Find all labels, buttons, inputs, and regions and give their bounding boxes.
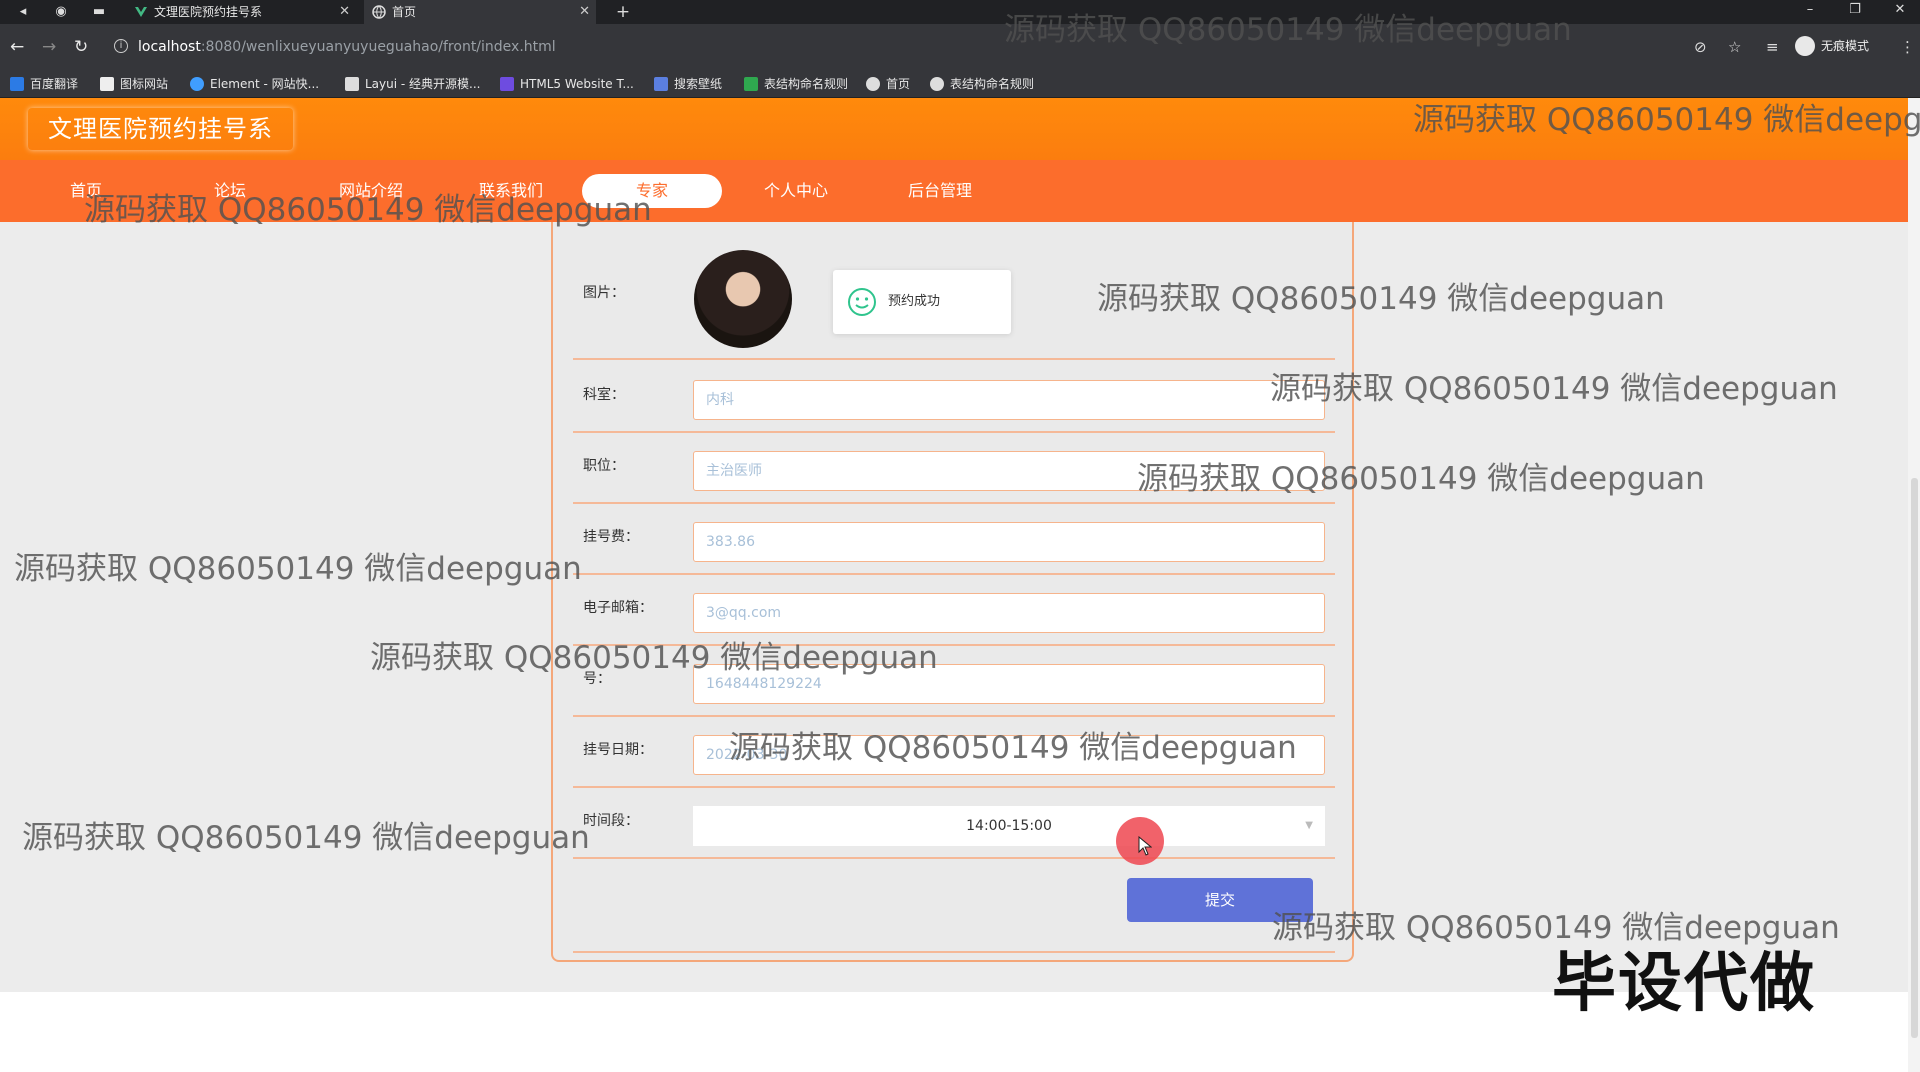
field-label: 电子邮箱： (583, 600, 653, 616)
address-bar-row: ← → ↻ i localhost:8080/wenlixueyuanyuyue… (0, 24, 1920, 70)
reload-icon[interactable]: ↻ (74, 37, 88, 57)
close-tab-icon[interactable]: ✕ (579, 0, 590, 24)
nav-personal-center[interactable]: 个人中心 (726, 174, 866, 208)
time-slot-select[interactable]: 14:00-15:00 ▼ (693, 806, 1325, 846)
smile-icon (848, 288, 876, 316)
bookmark[interactable]: 表结构命名规则 (744, 75, 848, 93)
minimize-icon[interactable]: – (1795, 0, 1825, 20)
big-watermark: 毕设代做 (1552, 947, 1816, 1021)
bookmark-label: 搜索壁纸 (674, 77, 723, 91)
globe-icon (930, 77, 944, 91)
restore-icon[interactable]: ❐ (1840, 0, 1870, 20)
globe-icon (866, 77, 880, 91)
watermark: 源码获取 QQ86050149 微信deepguan (1270, 371, 1838, 407)
watermark: 源码获取 QQ86050149 微信deepguan (1137, 461, 1705, 497)
layui-logo-icon (345, 77, 359, 91)
appointment-form: 图片： 预约成功 科室： 内科 职位： 主治医师 挂号费： 383.86 电子邮… (551, 222, 1354, 962)
nav-admin[interactable]: 后台管理 (870, 174, 1010, 208)
bookmark[interactable]: Element - 网站快... (190, 75, 319, 93)
watermark: 源码获取 QQ86050149 微信deepgua (1413, 102, 1920, 138)
wallpaper-icon (654, 77, 668, 91)
bookmark-label: Element - 网站快... (210, 77, 320, 91)
field-label: 挂号费： (583, 529, 639, 545)
reading-list-icon[interactable]: ≡ (1766, 37, 1779, 57)
bookmark-label: 首页 (886, 77, 911, 91)
bookmark[interactable]: Layui - 经典开源模... (345, 75, 480, 93)
site-logo[interactable]: 文理医院预约挂号系 (28, 108, 293, 150)
watermark: 源码获取 QQ86050149 微信deepguan (1097, 281, 1665, 317)
menu-icon[interactable]: ⋮ (1900, 37, 1915, 57)
watermark: 源码获取 QQ86050149 微信deepguan (22, 820, 590, 856)
field-label: 科室： (583, 387, 625, 403)
sheet-icon (744, 77, 758, 91)
form-row: 挂号费： 383.86 (573, 504, 1335, 575)
bookmark[interactable]: 搜索壁纸 (654, 75, 722, 93)
site-info-icon[interactable]: i (114, 39, 128, 53)
fee-input[interactable]: 383.86 (693, 522, 1325, 562)
tab-title: 文理医院预约挂号系 (154, 5, 263, 19)
eye-off-icon[interactable]: ⊘ (1694, 37, 1707, 57)
scrollbar-thumb[interactable] (1911, 478, 1918, 1038)
department-input[interactable]: 内科 (693, 380, 1325, 420)
browser-tab-bar: ◂ ◉ ▬ 文理医院预约挂号系 ✕ 首页 ✕ + – ❐ ✕ (0, 0, 1920, 24)
watermark: 源码获取 QQ86050149 微信deepguan (729, 730, 1297, 766)
speaker-icon[interactable]: ◂ (12, 2, 34, 22)
watermark: 源码获取 QQ86050149 微信deepguan (370, 640, 938, 676)
watermark: 源码获取 QQ86050149 微信deepguan (1004, 12, 1572, 48)
email-input[interactable]: 3@qq.com (693, 593, 1325, 633)
back-icon[interactable]: ← (10, 37, 24, 57)
bookmark[interactable]: HTML5 Website T... (500, 75, 634, 93)
bookmark[interactable]: 表结构命名规则 (930, 75, 1034, 93)
globe-icon (372, 5, 386, 19)
incognito-label: 无痕模式 (1821, 39, 1870, 53)
close-window-icon[interactable]: ✕ (1885, 0, 1915, 20)
flag-icon (100, 77, 114, 91)
picture-label: 图片： (583, 285, 625, 301)
bookmark-star-icon[interactable]: ☆ (1728, 37, 1741, 57)
bookmark-label: 表结构命名规则 (764, 77, 849, 91)
chevron-down-icon: ▼ (1305, 820, 1313, 831)
bookmark-label: HTML5 Website T... (520, 77, 634, 91)
element-logo-icon (190, 77, 204, 91)
translate-icon (10, 77, 24, 91)
bookmark-label: 表结构命名规则 (950, 77, 1035, 91)
bookmark[interactable]: 百度翻译 (10, 75, 78, 93)
tab-title: 首页 (392, 5, 417, 19)
form-row: 科室： 内科 (573, 362, 1335, 433)
browser-tab-active[interactable]: 首页 ✕ (364, 0, 596, 24)
bookmark[interactable]: 首页 (866, 75, 910, 93)
time-slot-value: 14:00-15:00 (966, 818, 1052, 834)
url-host: localhost (138, 39, 201, 55)
incognito-indicator[interactable]: 无痕模式 (1795, 35, 1869, 57)
success-toast: 预约成功 (833, 270, 1011, 334)
close-tab-icon[interactable]: ✕ (339, 0, 350, 24)
url-path: :8080/wenlixueyuanyuyueguahao/front/inde… (200, 39, 556, 55)
html5-icon (500, 77, 514, 91)
bookmark-label: 百度翻译 (30, 77, 79, 91)
doctor-avatar (694, 250, 792, 348)
form-row-time: 时间段： 14:00-15:00 ▼ (573, 788, 1335, 859)
vue-logo-icon (135, 7, 147, 17)
mouse-cursor-icon (1138, 836, 1152, 856)
browser-tab[interactable]: 文理医院预约挂号系 ✕ (126, 0, 356, 24)
forward-icon[interactable]: → (42, 37, 56, 57)
watermark: 源码获取 QQ86050149 微信deepguan (84, 192, 652, 228)
watermark: 源码获取 QQ86050149 微信deepguan (14, 551, 582, 587)
field-label: 时间段： (583, 813, 639, 829)
field-label: 挂号日期： (583, 742, 653, 758)
incognito-icon (1795, 36, 1815, 56)
window-icon[interactable]: ▬ (88, 2, 110, 22)
bookmark-label: 图标网站 (120, 77, 169, 91)
bookmark[interactable]: 图标网站 (100, 75, 168, 93)
new-tab-icon[interactable]: + (612, 2, 634, 22)
field-label: 职位： (583, 458, 625, 474)
toast-message: 预约成功 (888, 294, 941, 309)
bookmark-label: Layui - 经典开源模... (365, 77, 481, 91)
globe-icon[interactable]: ◉ (50, 2, 72, 22)
